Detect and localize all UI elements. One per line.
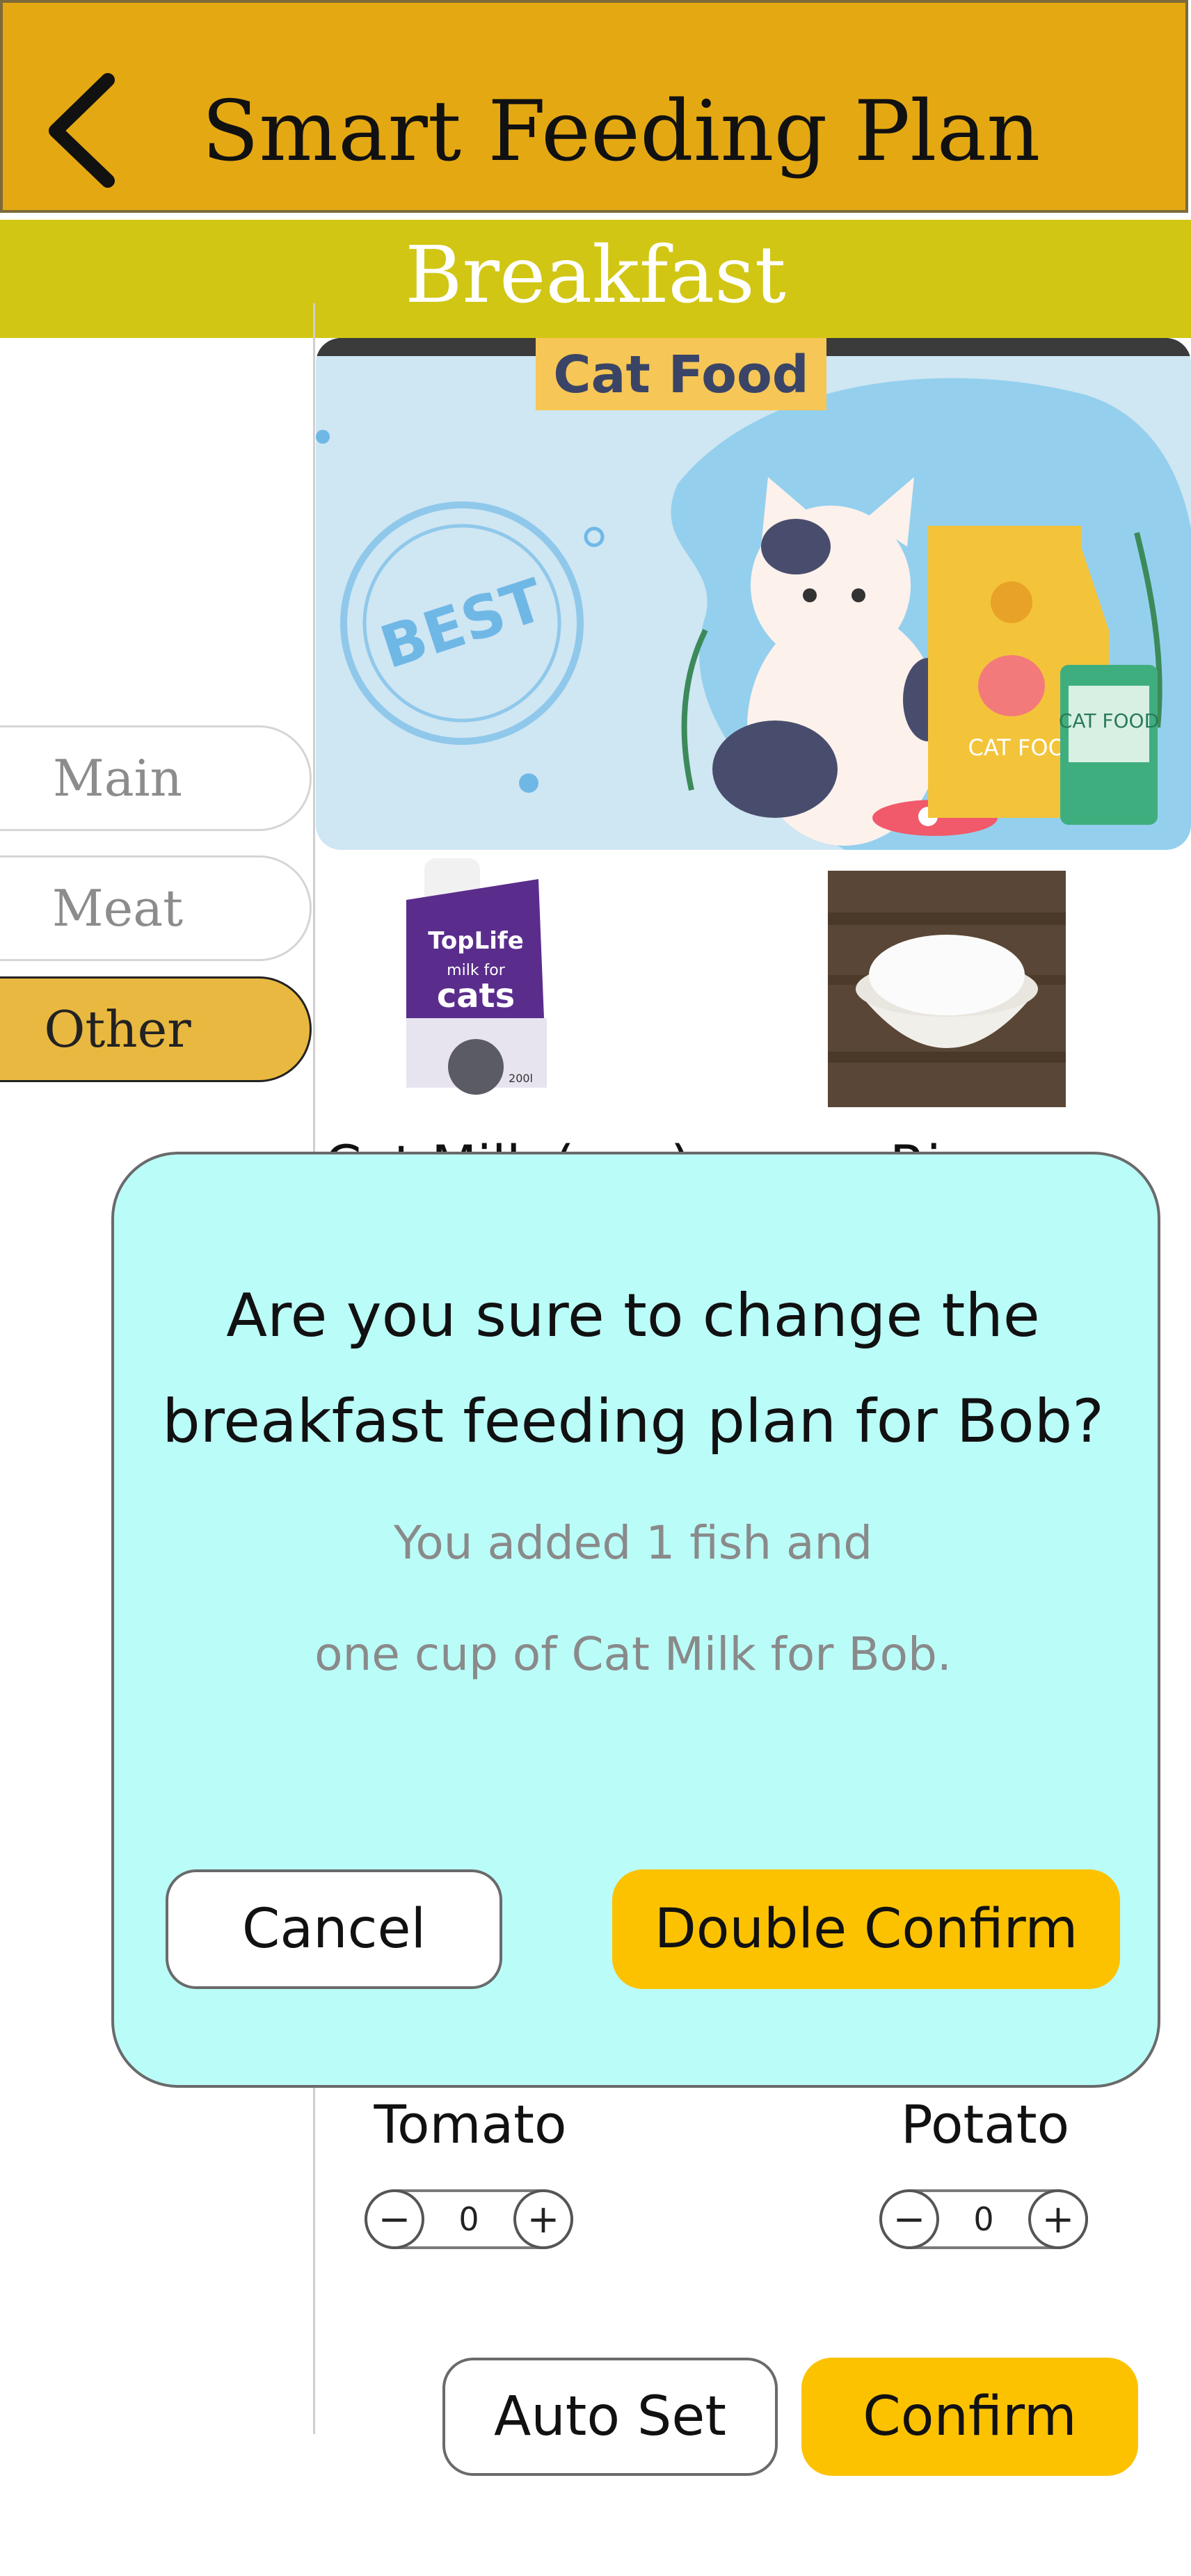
category-label: Main [52,749,183,807]
category-meat[interactable]: Meat [0,855,312,961]
dialog-question: Are you sure to change the breakfast fee… [139,1263,1127,1474]
category-label: Other [44,1000,191,1058]
quantity-stepper-potato[interactable]: − 0 + [879,2189,1088,2249]
category-other[interactable]: Other [0,976,312,1082]
pack-brand: TopLife [428,927,524,955]
cancel-button[interactable]: Cancel [166,1869,502,1989]
dialog-question-line: breakfast feeding plan for Bob? [162,1387,1104,1456]
banner-title: Cat Food [553,345,809,405]
quantity-stepper-tomato[interactable]: − 0 + [365,2189,573,2249]
quantity-value: 0 [973,2200,994,2238]
item-name-potato: Potato [900,2093,1070,2155]
auto-set-button[interactable]: Auto Set [442,2358,778,2476]
quantity-value: 0 [458,2200,479,2238]
meal-title: Breakfast [405,230,786,321]
dialog-detail-line: You added 1 fish and [393,1516,873,1570]
plus-icon[interactable]: + [1028,2189,1088,2249]
item-name-tomato: Tomato [374,2093,567,2155]
minus-icon[interactable]: − [879,2189,939,2249]
minus-icon[interactable]: − [365,2189,424,2249]
dialog-question-line: Are you sure to change the [226,1281,1040,1351]
double-confirm-button[interactable]: Double Confirm [612,1869,1120,1989]
category-label: Meat [51,879,184,937]
cat-food-banner: BEST CAT FOOD CAT FOOD Cat Food [316,338,1191,850]
pack-size: 200l [509,1072,533,1085]
dialog-detail-line: one cup of Cat Milk for Bob. [314,1627,952,1681]
page-title: Smart Feeding Plan [202,83,1041,180]
back-button[interactable] [42,70,125,188]
pack-title-2: cats [437,976,515,1015]
stamp-text: BEST [372,565,552,682]
plus-icon[interactable]: + [513,2189,573,2249]
rice-image[interactable] [828,871,1066,1107]
confirm-button[interactable]: Confirm [801,2358,1138,2476]
chevron-left-icon [49,73,115,188]
category-main[interactable]: Main [0,725,312,831]
cat-milk-image[interactable]: TopLife milk for cats 200l [399,858,554,1095]
can-label: CAT FOOD [1059,709,1159,732]
